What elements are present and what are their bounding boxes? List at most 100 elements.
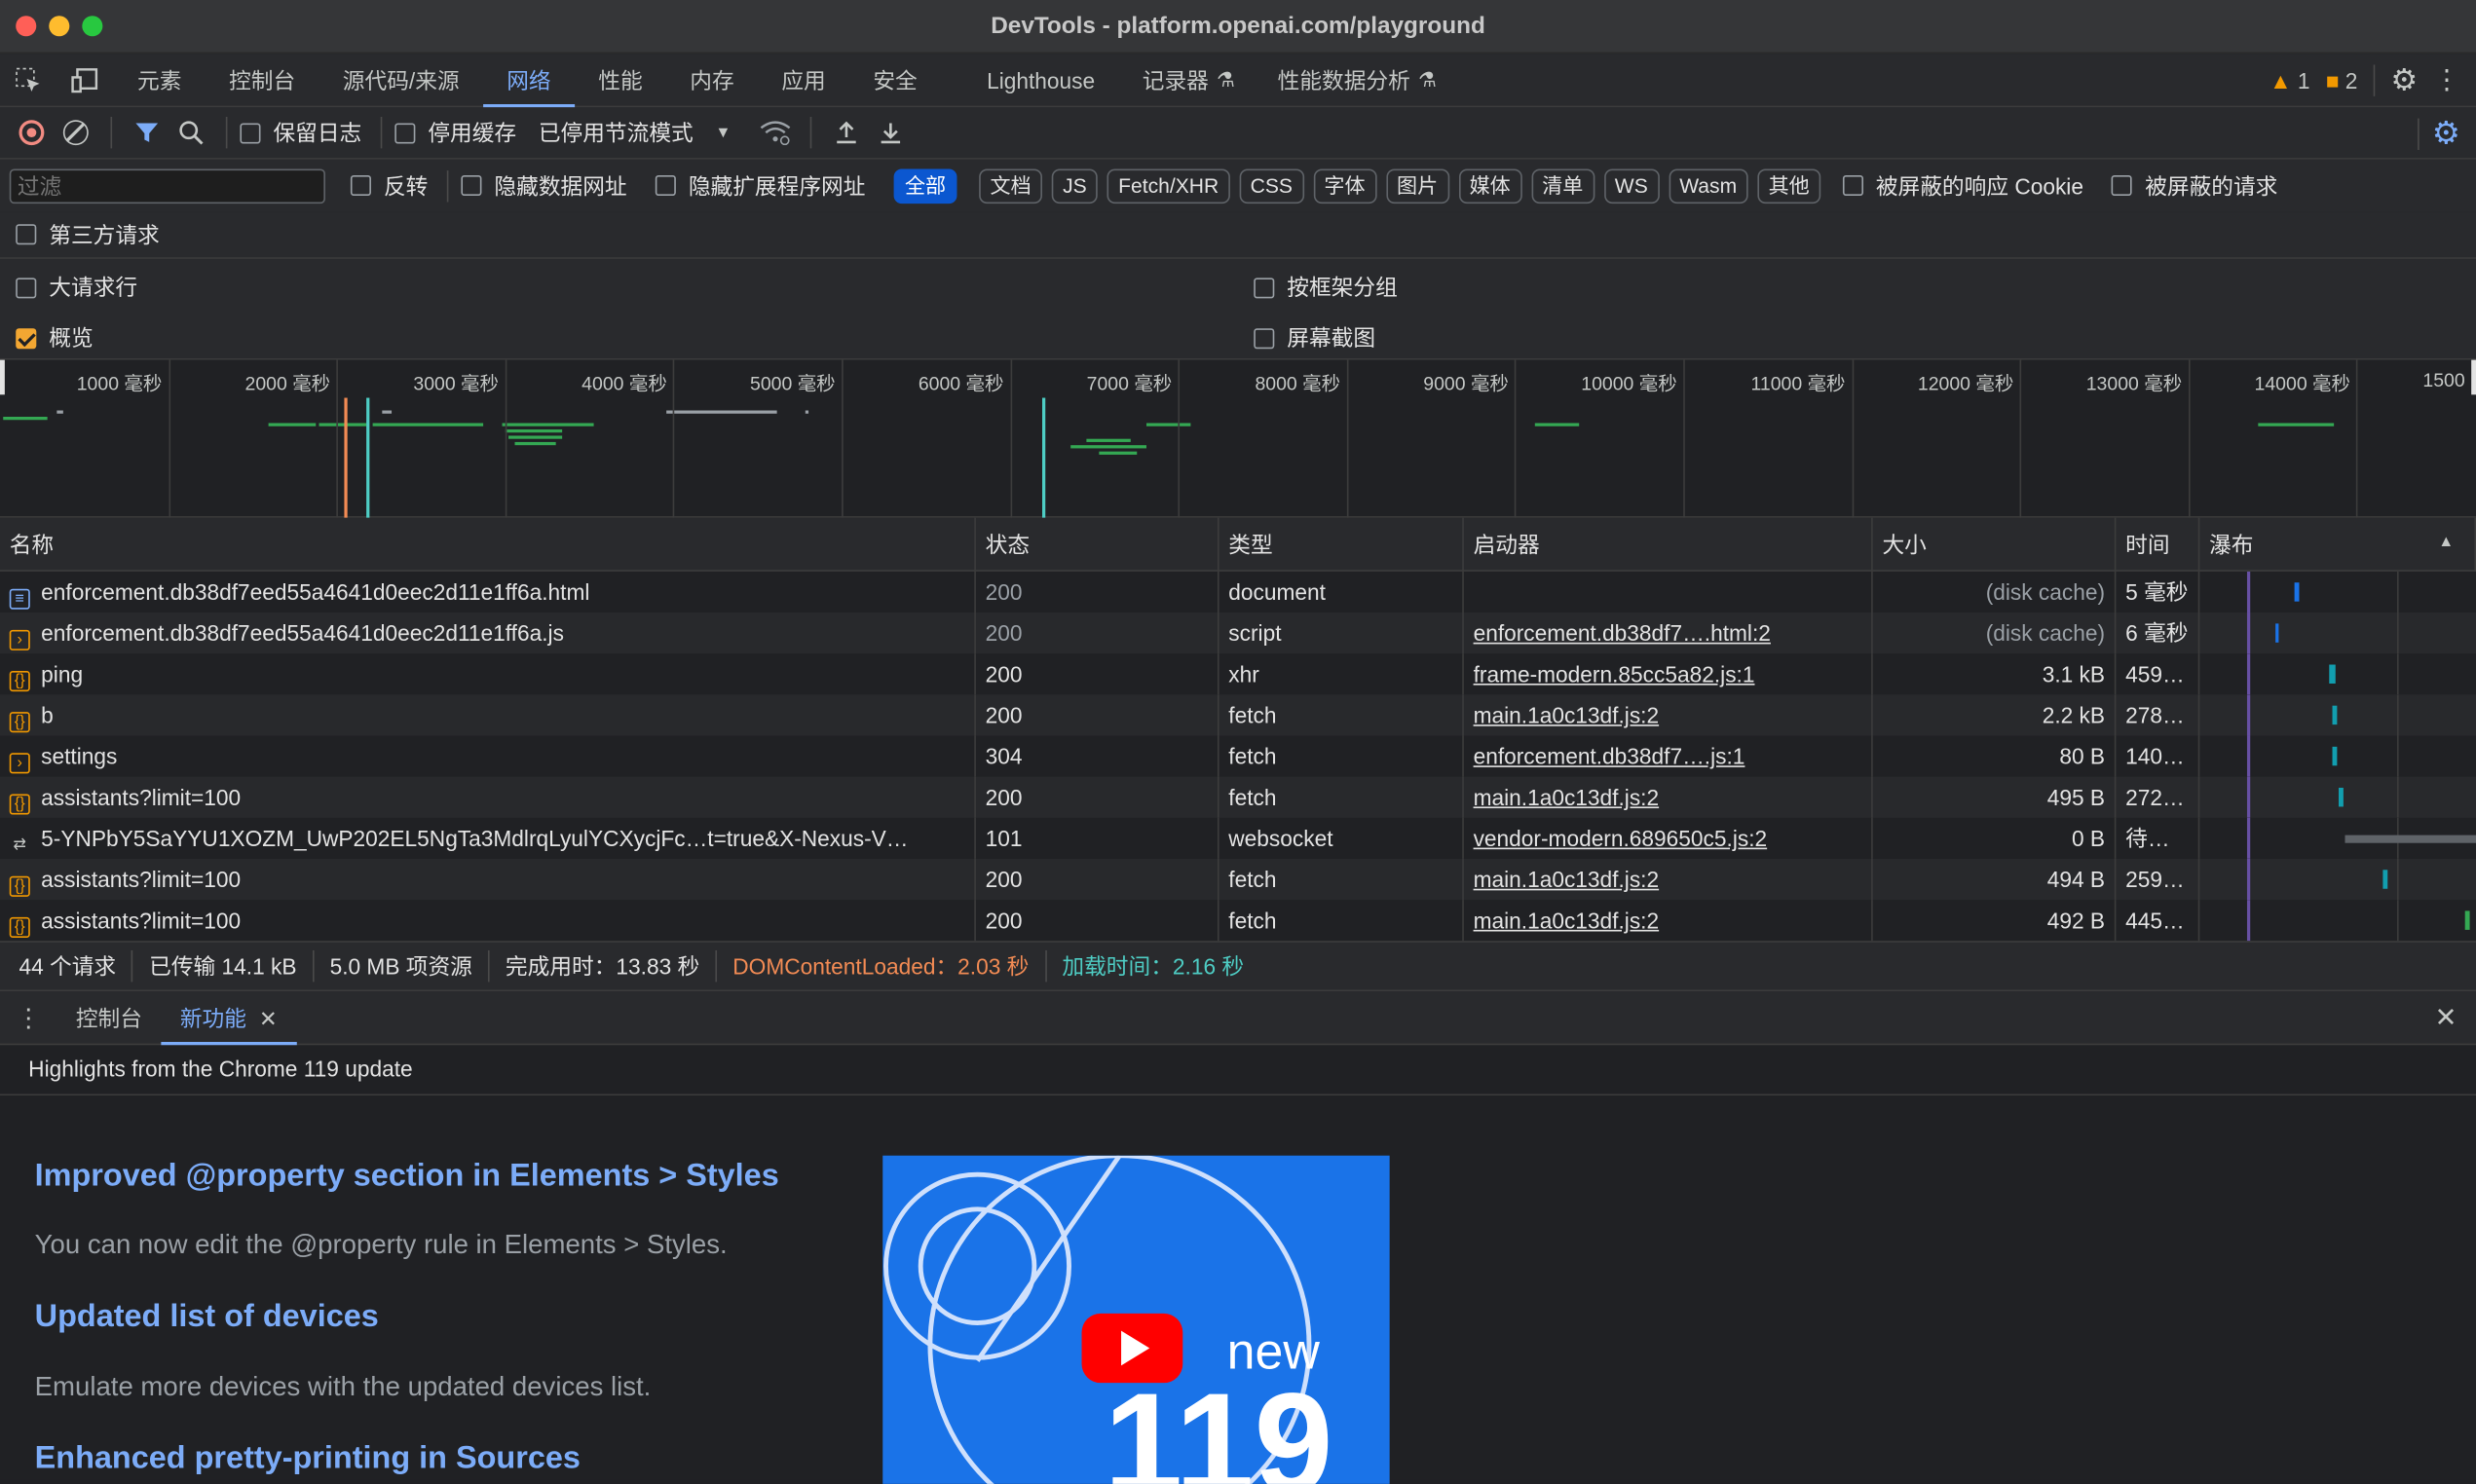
export-har-button[interactable] [869,110,913,154]
table-row[interactable]: ≡ enforcement.db38df7eed55a4641d0eec2d11e… [0,571,2476,613]
inspect-element-icon[interactable] [0,53,56,106]
table-row[interactable]: {} assistants?limit=100 200 fetch main.1a0c1… [0,776,2476,818]
column-header[interactable]: 大小 [1873,517,2117,572]
settings-gear-icon[interactable]: ⚙ [2390,62,2418,98]
overview-gridline [1515,359,1517,518]
panel-tab-9[interactable]: 记录器 [1118,53,1232,106]
panel-tab-5[interactable]: 内存 [666,53,758,106]
type-filter-chip[interactable]: CSS [1239,167,1304,204]
cell-initiator[interactable]: main.1a0c13df.js:2 [1464,858,1873,901]
drawer-tab-console[interactable]: 控制台 [56,990,161,1044]
cell-type: fetch [1219,900,1464,942]
hide-data-urls-checkbox[interactable]: 隐藏数据网址 [461,169,627,201]
group-by-frame-checkbox[interactable]: 按框架分组 [1254,272,1398,303]
column-header[interactable]: 状态 [976,517,1219,572]
table-row[interactable]: {} b 200 fetch main.1a0c13df.js:2 2.2 kB 278… [0,694,2476,736]
cell-time: 459… [2116,653,2200,695]
overview-bar [1099,451,1138,455]
cell-initiator[interactable]: main.1a0c13df.js:2 [1464,776,1873,818]
feature-heading-link[interactable]: Improved @property section in Elements >… [35,1159,779,1195]
cell-time: 5 毫秒 [2116,571,2200,613]
cell-initiator[interactable]: enforcement.db38df7….html:2 [1464,612,1873,654]
filter-input[interactable] [9,167,325,204]
column-header[interactable]: 名称 [0,517,976,572]
stop-recording-button[interactable] [10,110,54,154]
panel-tab-4[interactable]: 性能 [575,53,666,106]
big-request-rows-checkbox[interactable]: 大请求行 [16,272,137,303]
overview-gridline [505,359,507,518]
column-header[interactable]: 瀑布 [2199,517,2476,572]
type-filter-chip[interactable]: 文档 [979,167,1043,204]
type-filter-chip[interactable]: 媒体 [1458,167,1522,204]
column-header[interactable]: 时间 [2116,517,2200,572]
cell-name: {} b [0,694,976,736]
panel-tab-6[interactable]: 应用 [758,53,849,106]
cell-initiator[interactable]: main.1a0c13df.js:2 [1464,694,1873,736]
disable-cache-checkbox[interactable]: 停用缓存 [394,117,516,148]
cell-initiator[interactable]: vendor-modern.689650c5.js:2 [1464,817,1873,859]
type-filter-chip[interactable]: 字体 [1313,167,1376,204]
throttling-select[interactable]: 已停用节流模式 ▼ [539,117,732,148]
panel-tab-10[interactable]: 性能数据分析 [1254,53,1434,106]
overview-gridline [1683,359,1685,518]
table-row[interactable]: › settings 304 fetch enforcement.db38df7….js… [0,735,2476,777]
table-row[interactable]: › enforcement.db38df7eed55a4641d0eec2d11e… [0,612,2476,654]
cell-status: 200 [976,858,1219,901]
waterfall-bar [2382,870,2388,889]
chevron-down-icon: ▼ [715,124,732,142]
feature-heading-link[interactable]: Enhanced pretty-printing in Sources [35,1441,581,1477]
network-settings-gear-icon[interactable]: ⚙ [2432,114,2460,154]
type-filter-chip[interactable]: 全部 [893,167,957,204]
search-button[interactable] [169,110,212,154]
invert-checkbox[interactable]: 反转 [350,169,428,201]
hide-extension-urls-checkbox[interactable]: 隐藏扩展程序网址 [655,169,866,201]
load-time: 加载时间：2.16 秒 [1062,953,1245,980]
close-tab-icon[interactable]: ✕ [259,990,278,1044]
overview-right-handle[interactable] [2471,359,2476,395]
third-party-checkbox[interactable]: 第三方请求 [16,219,160,250]
type-filter-chip[interactable]: 清单 [1530,167,1594,204]
hide-extension-urls-label: 隐藏扩展程序网址 [688,172,866,199]
close-drawer-icon[interactable]: ✕ [2434,1002,2457,1033]
panel-tab-1[interactable]: 控制台 [206,53,319,106]
blocked-cookies-checkbox[interactable]: 被屏蔽的响应 Cookie [1842,169,2083,201]
import-har-button[interactable] [824,110,868,154]
panel-tab-3[interactable]: 网络 [482,53,575,107]
cell-initiator[interactable]: enforcement.db38df7….js:1 [1464,735,1873,777]
cell-initiator[interactable]: main.1a0c13df.js:2 [1464,900,1873,942]
drawer-menu-icon[interactable]: ⋮ [0,1002,56,1033]
panel-tab-2[interactable]: 源代码/来源 [319,53,482,106]
show-overview-checkbox[interactable]: 概览 [16,322,94,353]
type-filter-chip[interactable]: JS [1051,167,1099,204]
type-filter-chip[interactable]: 其他 [1757,167,1821,204]
type-filter-chip[interactable]: Fetch/XHR [1107,167,1230,204]
table-row[interactable]: {} assistants?limit=100 200 fetch main.1a0c1… [0,900,2476,942]
blocked-requests-checkbox[interactable]: 被屏蔽的请求 [2112,169,2277,201]
type-filter-chip[interactable]: Wasm [1668,167,1748,204]
panel-tab-8[interactable]: Lighthouse [963,53,1119,106]
column-header[interactable]: 类型 [1219,517,1464,572]
panel-tab-7[interactable]: 安全 [849,53,941,106]
chrome-update-promo-video[interactable]: new 119 [882,1155,1390,1484]
column-header[interactable]: 启动器 [1464,517,1873,572]
cell-initiator[interactable]: frame-modern.85cc5a82.js:1 [1464,653,1873,695]
issues-badge[interactable]: ■ 2 [2326,68,2358,93]
preserve-log-checkbox[interactable]: 保留日志 [240,117,361,148]
network-conditions-button[interactable] [753,110,797,154]
type-filter-chip[interactable]: 图片 [1385,167,1449,204]
table-row[interactable]: {} assistants?limit=100 200 fetch main.1a0c1… [0,858,2476,901]
checkbox-box [16,277,37,298]
clear-button[interactable] [54,110,97,154]
device-toolbar-icon[interactable] [56,53,113,106]
table-row[interactable]: {} ping 200 xhr frame-modern.85cc5a82.js:1 3.… [0,653,2476,695]
filter-toggle-button[interactable] [125,110,169,154]
panel-tab-0[interactable]: 元素 [114,53,206,106]
type-filter-chip[interactable]: WS [1603,167,1660,204]
warnings-badge[interactable]: ▲ 1 [2270,68,2309,93]
table-row[interactable]: ⇄ 5-YNPbY5SaYYU1XOZM_UwP202EL5NgTa3MdlrqL… [0,817,2476,859]
network-overview-timeline[interactable]: 1000 毫秒 2000 毫秒 3000 毫秒 4000 毫秒 5000 毫秒 6000 … [0,359,2476,518]
capture-screenshots-checkbox[interactable]: 屏幕截图 [1254,322,1375,353]
drawer-tab-whats-new[interactable]: 新功能 ✕ [161,990,296,1045]
more-options-icon[interactable]: ⋮ [2433,64,2460,95]
feature-heading-link[interactable]: Updated list of devices [35,1299,379,1335]
